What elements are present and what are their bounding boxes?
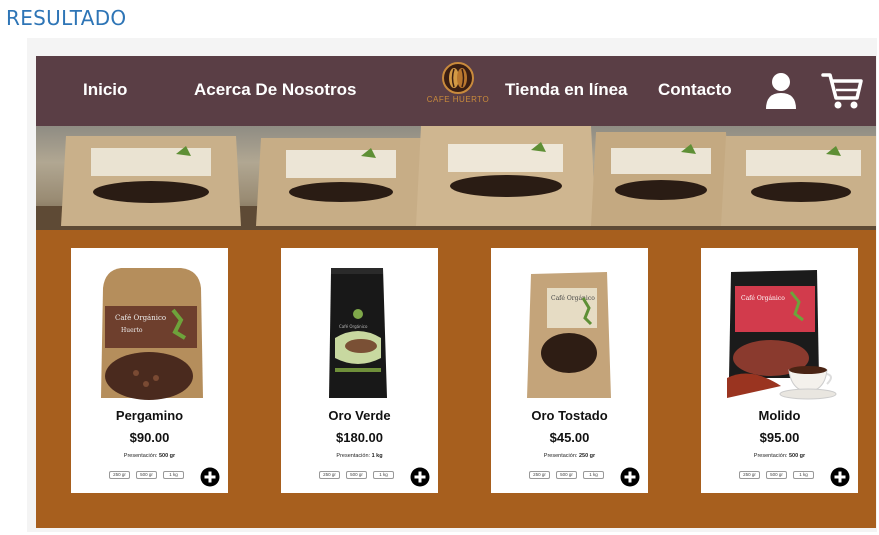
size-option-1kg[interactable]: 1 kg [583, 471, 604, 479]
nav-link-acerca[interactable]: Acerca De Nosotros [194, 80, 357, 100]
navbar: Inicio Acerca De Nosotros CAFE HUERTO Ti… [36, 56, 876, 126]
presentation-value: 250 gr [578, 453, 596, 459]
coffee-bags-image [36, 126, 876, 230]
product-name: Oro Tostado [531, 408, 608, 423]
size-option-500[interactable]: 500 gr [556, 471, 577, 479]
product-price: $180.00 [336, 430, 383, 445]
nav-link-inicio[interactable]: Inicio [83, 80, 127, 100]
size-options: 250 gr 500 gr 1 kg [319, 471, 394, 479]
size-option-500[interactable]: 500 gr [136, 471, 157, 479]
size-option-250[interactable]: 250 gr [319, 471, 340, 479]
size-option-1kg[interactable]: 1 kg [793, 471, 814, 479]
product-presentation: Presentación: 250 gr [491, 453, 648, 459]
brand-logo[interactable]: CAFE HUERTO [422, 60, 494, 112]
svg-text:Café Orgánico: Café Orgánico [551, 295, 595, 302]
size-option-1kg[interactable]: 1 kg [163, 471, 184, 479]
size-option-250[interactable]: 250 gr [529, 471, 550, 479]
add-to-cart-icon[interactable] [620, 467, 640, 487]
size-option-250[interactable]: 250 gr [109, 471, 130, 479]
product-presentation: Presentación: 500 gr [71, 453, 228, 459]
svg-text:Café Orgánico: Café Orgánico [115, 314, 166, 322]
page-heading: RESULTADO [6, 6, 127, 30]
svg-text:Café Orgánico: Café Orgánico [339, 324, 368, 329]
product-card[interactable]: Café Orgánico Oro Verde $180.00 Presenta… [281, 248, 438, 493]
presentation-label: Presentación: [336, 453, 371, 459]
products-section: Café Orgánico Huerto Pergamino $90.00 Pr… [36, 230, 876, 528]
product-price: $95.00 [759, 430, 800, 445]
product-image-oro-tostado: Café Orgánico [527, 272, 611, 398]
coffee-bean-icon [442, 62, 474, 94]
product-card[interactable]: Café Orgánico Molido $95.00 Presentación… [701, 248, 858, 493]
cart-icon[interactable] [821, 71, 863, 111]
add-to-cart-icon[interactable] [830, 467, 850, 487]
product-presentation: Presentación: 1 kg [281, 453, 438, 459]
size-option-250[interactable]: 250 gr [739, 471, 760, 479]
size-option-500[interactable]: 500 gr [346, 471, 367, 479]
size-option-1kg[interactable]: 1 kg [373, 471, 394, 479]
size-options: 250 gr 500 gr 1 kg [529, 471, 604, 479]
product-image-pergamino: Café Orgánico Huerto [101, 268, 203, 400]
add-to-cart-icon[interactable] [410, 467, 430, 487]
product-presentation: Presentación: 500 gr [701, 453, 858, 459]
product-price: $45.00 [549, 430, 590, 445]
nav-link-tienda[interactable]: Tienda en línea [505, 80, 628, 100]
size-options: 250 gr 500 gr 1 kg [109, 471, 184, 479]
nav-link-contacto[interactable]: Contacto [658, 80, 732, 100]
product-name: Oro Verde [328, 408, 391, 423]
presentation-value: 500 gr [158, 453, 176, 459]
product-card[interactable]: Café Orgánico Huerto Pergamino $90.00 Pr… [71, 248, 228, 493]
presentation-value: 1 kg [371, 453, 383, 459]
product-price: $90.00 [129, 430, 170, 445]
logo-text: CAFE HUERTO [426, 95, 490, 104]
product-image-molido: Café Orgánico [727, 270, 837, 400]
presentation-label: Presentación: [543, 453, 578, 459]
svg-text:Café Orgánico: Café Orgánico [741, 295, 785, 302]
presentation-label: Presentación: [753, 453, 788, 459]
presentation-label: Presentación: [123, 453, 158, 459]
size-options: 250 gr 500 gr 1 kg [739, 471, 814, 479]
user-icon[interactable] [764, 72, 798, 110]
add-to-cart-icon[interactable] [200, 467, 220, 487]
size-option-500[interactable]: 500 gr [766, 471, 787, 479]
product-image-oro-verde: Café Orgánico [329, 268, 387, 398]
product-card[interactable]: Café Orgánico Oro Tostado $45.00 Present… [491, 248, 648, 493]
product-name: Molido [758, 408, 801, 423]
svg-text:Huerto: Huerto [121, 327, 143, 334]
product-name: Pergamino [115, 408, 184, 423]
hero-banner [36, 126, 876, 230]
presentation-value: 500 gr [788, 453, 806, 459]
